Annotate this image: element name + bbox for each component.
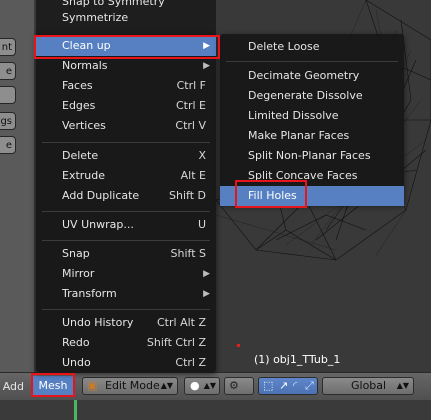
translate-icon: ↗: [279, 379, 289, 392]
annotation-box-fill-holes: [235, 180, 307, 208]
shelf-button[interactable]: e: [0, 136, 16, 154]
viewport-shading-selector[interactable]: ● ▲▼: [184, 377, 220, 395]
menu-item-delete-loose[interactable]: Delete Loose: [220, 37, 404, 57]
pivot-icon: ⚙: [229, 379, 239, 392]
menu-item-make-planar-faces[interactable]: Make Planar Faces: [220, 126, 404, 146]
solid-sphere-icon: ●: [190, 379, 200, 392]
rotate-icon: ◜: [293, 379, 298, 392]
pivot-selector[interactable]: ⚙: [224, 377, 254, 395]
annotation-box-mesh-menu: [31, 373, 75, 397]
current-frame-indicator: [74, 400, 77, 420]
updown-arrows-icon: ▲▼: [203, 381, 216, 390]
annotation-box-clean-up: [34, 35, 220, 59]
scale-icon: ⤢: [305, 379, 314, 392]
menu-item-extrude[interactable]: Extrude Alt E: [36, 166, 216, 186]
menu-separator: [42, 240, 210, 241]
updown-arrows-icon: ▲▼: [396, 381, 409, 390]
menu-item-normals[interactable]: Normals ▶: [36, 56, 216, 76]
menu-separator: [226, 61, 398, 62]
mode-selector[interactable]: ▣ Edit Mode ▲▼: [82, 377, 178, 395]
submenu-arrow-icon: ▶: [203, 269, 210, 279]
tool-shelf: nt e gs e: [0, 0, 34, 372]
origin-marker: [237, 344, 240, 347]
object-info-label: (1) obj1_TTub_1: [254, 353, 341, 366]
menu-item-degenerate-dissolve[interactable]: Degenerate Dissolve: [220, 86, 404, 106]
mode-label: Edit Mode: [105, 379, 160, 392]
submenu-arrow-icon: ▶: [203, 289, 210, 299]
menu-item-undo[interactable]: Undo Ctrl Z: [36, 353, 216, 373]
shelf-button[interactable]: e: [0, 62, 16, 80]
menu-separator: [42, 211, 210, 212]
shelf-button[interactable]: nt: [0, 38, 16, 56]
menu-item-redo[interactable]: Redo Shift Ctrl Z: [36, 333, 216, 353]
manipulator-icon: ⬚: [263, 379, 274, 392]
menu-item-mirror[interactable]: Mirror ▶: [36, 264, 216, 284]
mesh-menu-upper: Snap to Symmetry Symmetrize: [36, 0, 216, 34]
menu-separator: [42, 309, 210, 310]
menu-item-add-duplicate[interactable]: Add Duplicate Shift D: [36, 186, 216, 206]
menu-item-snap[interactable]: Snap Shift S: [36, 244, 216, 264]
menu-item-split-non-planar-faces[interactable]: Split Non-Planar Faces: [220, 146, 404, 166]
shelf-button[interactable]: [0, 86, 16, 104]
menu-item-limited-dissolve[interactable]: Limited Dissolve: [220, 106, 404, 126]
menu-item-faces[interactable]: Faces Ctrl F: [36, 76, 216, 96]
menu-item-edges[interactable]: Edges Ctrl E: [36, 96, 216, 116]
mesh-dropdown-menu: Clean up ▶ Normals ▶ Faces Ctrl F Edges Ctrl…: [36, 34, 216, 372]
transform-orientation-selector[interactable]: Global ▲▼: [322, 377, 414, 395]
cleanup-submenu: Delete Loose Decimate Geometry Degenerat…: [220, 34, 404, 206]
menu-item-symmetrize[interactable]: Symmetrize: [36, 8, 216, 28]
menu-item-uv-unwrap[interactable]: UV Unwrap... U: [36, 215, 216, 235]
mode-icon: ▣: [87, 379, 98, 392]
manipulator-toggles[interactable]: ⬚ ↗ ◜ ⤢: [258, 377, 318, 395]
shelf-button[interactable]: gs: [0, 112, 16, 130]
submenu-arrow-icon: ▶: [203, 61, 210, 71]
updown-arrows-icon: ▲▼: [160, 381, 173, 390]
menu-item-undo-history[interactable]: Undo History Ctrl Alt Z: [36, 313, 216, 333]
menu-item-vertices[interactable]: Vertices Ctrl V: [36, 116, 216, 136]
orientation-label: Global: [351, 379, 387, 392]
menu-separator: [42, 142, 210, 143]
menu-item-delete[interactable]: Delete X: [36, 146, 216, 166]
menu-item-transform[interactable]: Transform ▶: [36, 284, 216, 304]
add-menu[interactable]: Add: [0, 373, 24, 401]
menu-item-decimate-geometry[interactable]: Decimate Geometry: [220, 66, 404, 86]
timeline-strip: [0, 400, 431, 420]
